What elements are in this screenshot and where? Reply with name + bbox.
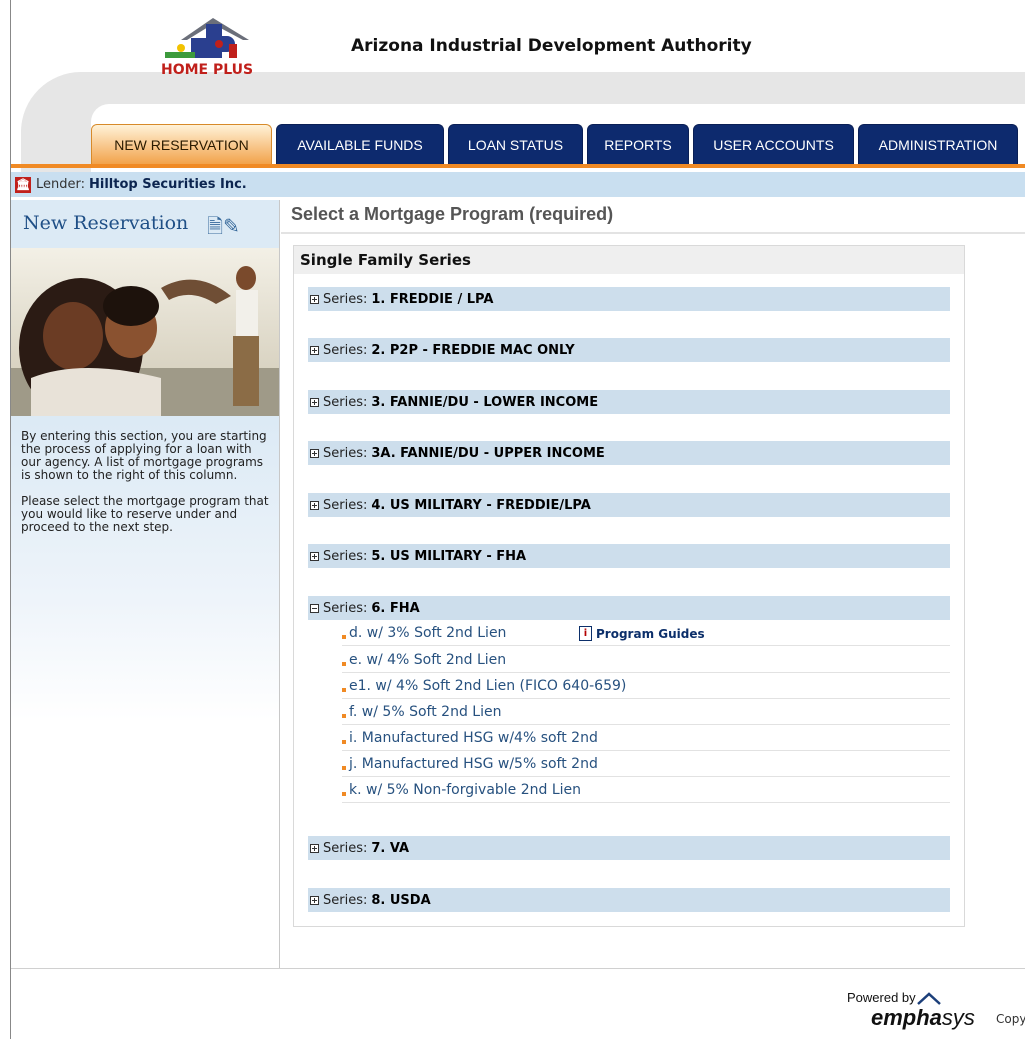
sidebar: New Reservation 🗎✎ By entering this sect… [11, 200, 280, 968]
expand-icon[interactable] [310, 500, 319, 510]
tab-reports[interactable]: REPORTS [587, 124, 689, 164]
emphasys-logo[interactable]: emphasys [871, 1005, 975, 1031]
series-name: 7. VA [371, 840, 410, 856]
series-name: 1. FREDDIE / LPA [371, 291, 494, 307]
series-row-3[interactable]: Series: 3. FANNIE/DU - LOWER INCOME [308, 390, 950, 414]
program-guides-label: Program Guides [596, 626, 705, 641]
info-icon: i [579, 626, 592, 641]
bullet-icon [342, 740, 346, 744]
chevron-up-icon [917, 992, 941, 1005]
series-prefix: Series: [323, 548, 368, 564]
app-frame: HOME PLUS Arizona Industrial Development… [10, 0, 1025, 1039]
program-item[interactable]: j. Manufactured HSG w/5% soft 2nd [342, 752, 950, 777]
expand-icon[interactable] [310, 843, 319, 853]
series-prefix: Series: [323, 892, 368, 908]
program-label: i. Manufactured HSG w/4% soft 2nd [349, 730, 598, 746]
header: HOME PLUS Arizona Industrial Development… [11, 0, 1025, 192]
program-item[interactable]: i. Manufactured HSG w/4% soft 2nd [342, 726, 950, 751]
tab-bar-underline [11, 164, 1025, 168]
sidebar-paragraph-2: Please select the mortgage program that … [21, 494, 269, 534]
footer-divider [11, 968, 1025, 969]
series-row-7[interactable]: Series: 7. VA [308, 836, 950, 860]
sidebar-title: New Reservation [23, 212, 189, 234]
bullet-icon [342, 714, 346, 718]
series-row-2[interactable]: Series: 2. P2P - FREDDIE MAC ONLY [308, 338, 950, 362]
series-prefix: Series: [323, 342, 368, 358]
series-name: 3. FANNIE/DU - LOWER INCOME [371, 394, 599, 410]
series-prefix: Series: [323, 291, 368, 307]
series-row-1[interactable]: Series: 1. FREDDIE / LPA [308, 287, 950, 311]
series-name: 8. USDA [371, 892, 431, 908]
series-panel: Single Family Series Series: 1. FREDDIE … [293, 245, 965, 927]
main-tabs: NEW RESERVATION AVAILABLE FUNDS LOAN STA… [91, 124, 1018, 164]
tab-administration[interactable]: ADMINISTRATION [858, 124, 1018, 164]
program-label: f. w/ 5% Soft 2nd Lien [349, 704, 502, 720]
series-row-6[interactable]: Series: 6. FHA [308, 596, 950, 620]
tab-new-reservation[interactable]: NEW RESERVATION [91, 124, 272, 164]
logo-text: HOME PLUS [161, 62, 253, 78]
sidebar-paragraph-1: By entering this section, you are starti… [21, 429, 267, 482]
series-row-8[interactable]: Series: 8. USDA [308, 888, 950, 912]
series-row-3a[interactable]: Series: 3A. FANNIE/DU - UPPER INCOME [308, 441, 950, 465]
tab-user-accounts[interactable]: USER ACCOUNTS [693, 124, 854, 164]
expand-icon[interactable] [310, 397, 319, 407]
lender-name: Hilltop Securities Inc. [89, 177, 247, 192]
series-prefix: Series: [323, 840, 368, 856]
family-photo [11, 248, 279, 416]
series-prefix: Series: [323, 600, 368, 616]
brand-rest: sys [941, 1005, 975, 1030]
expand-icon[interactable] [310, 551, 319, 561]
program-item[interactable]: e1. w/ 4% Soft 2nd Lien (FICO 640-659) [342, 674, 950, 699]
series-prefix: Series: [323, 445, 368, 461]
sidebar-description: By entering this section, you are starti… [21, 430, 271, 547]
series-row-5[interactable]: Series: 5. US MILITARY - FHA [308, 544, 950, 568]
home-plus-logo[interactable]: HOME PLUS [151, 10, 271, 80]
program-item[interactable]: e. w/ 4% Soft 2nd Lien [342, 648, 950, 673]
series-name: 5. US MILITARY - FHA [371, 548, 527, 564]
series-prefix: Series: [323, 497, 368, 513]
expand-icon[interactable] [310, 294, 319, 304]
expand-icon[interactable] [310, 345, 319, 355]
bullet-icon [342, 766, 346, 770]
bullet-icon [342, 662, 346, 666]
bullet-icon [342, 688, 346, 692]
series-prefix: Series: [323, 394, 368, 410]
program-label: e. w/ 4% Soft 2nd Lien [349, 652, 507, 668]
expand-icon[interactable] [310, 895, 319, 905]
copyright-text: Copy [996, 1012, 1025, 1026]
lender-bar: 🏛 Lender: Hilltop Securities Inc. [11, 172, 1025, 197]
agency-name: Arizona Industrial Development Authority [351, 36, 752, 56]
page-title-divider [281, 232, 1025, 234]
program-label: e1. w/ 4% Soft 2nd Lien (FICO 640-659) [349, 678, 627, 694]
program-label: d. w/ 3% Soft 2nd Lien [349, 625, 507, 641]
page-title: Select a Mortgage Program (required) [291, 204, 614, 224]
collapse-icon[interactable] [310, 603, 319, 613]
powered-by-label: Powered by [847, 990, 916, 1005]
lender-label: Lender: [36, 177, 85, 192]
program-guides-link[interactable]: i Program Guides [579, 626, 705, 641]
brand-bold: empha [871, 1005, 942, 1030]
program-label: k. w/ 5% Non-forgivable 2nd Lien [349, 782, 582, 798]
series-name: 3A. FANNIE/DU - UPPER INCOME [371, 445, 605, 461]
tab-available-funds[interactable]: AVAILABLE FUNDS [276, 124, 444, 164]
series-row-4[interactable]: Series: 4. US MILITARY - FREDDIE/LPA [308, 493, 950, 517]
edit-document-icon: 🗎✎ [207, 214, 240, 238]
series-name: 4. US MILITARY - FREDDIE/LPA [371, 497, 591, 513]
bullet-icon [342, 792, 346, 796]
program-label: j. Manufactured HSG w/5% soft 2nd [349, 756, 598, 772]
panel-title: Single Family Series [294, 246, 964, 274]
series-name: 2. P2P - FREDDIE MAC ONLY [371, 342, 575, 358]
series-name: 6. FHA [371, 600, 420, 616]
program-item[interactable]: f. w/ 5% Soft 2nd Lien [342, 700, 950, 725]
program-item[interactable]: k. w/ 5% Non-forgivable 2nd Lien [342, 778, 950, 803]
tab-loan-status[interactable]: LOAN STATUS [448, 124, 583, 164]
bullet-icon [342, 635, 346, 639]
expand-icon[interactable] [310, 448, 319, 458]
bank-icon: 🏛 [15, 176, 31, 193]
